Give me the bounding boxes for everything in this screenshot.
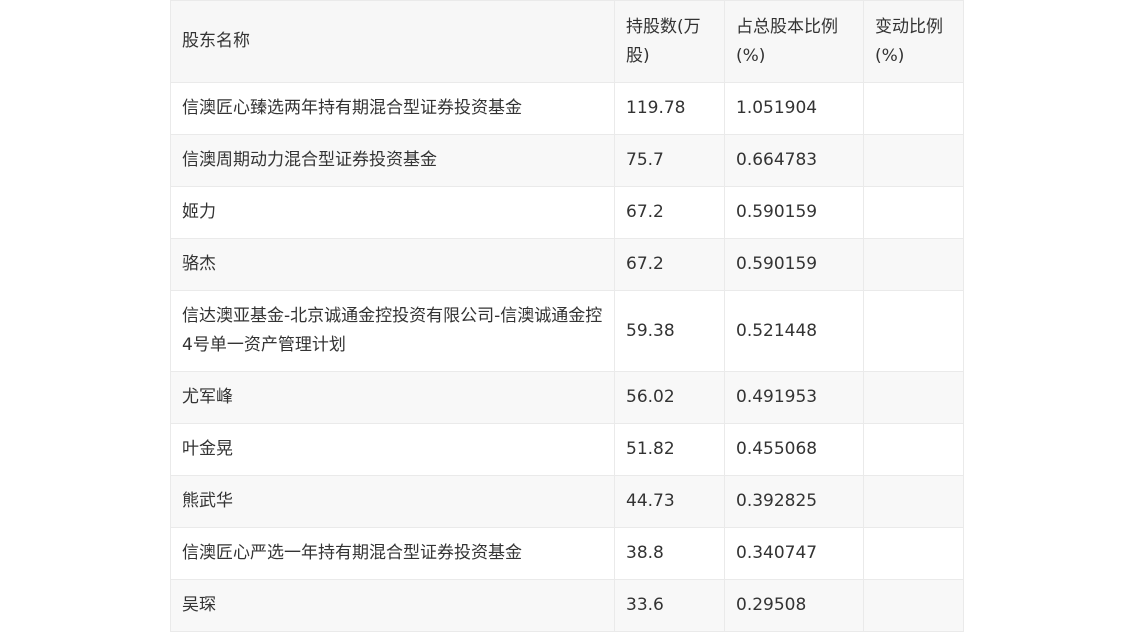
cell-shareholder-name: 信澳周期动力混合型证券投资基金 bbox=[170, 134, 615, 187]
cell-shares: 44.73 bbox=[614, 475, 725, 528]
cell-change bbox=[863, 82, 964, 135]
shareholder-table: 股东名称 持股数(万股) 占总股本比例(%) 变动比例(%) 信澳匠心臻选两年持… bbox=[170, 0, 964, 632]
cell-change bbox=[863, 290, 964, 372]
header-change: 变动比例(%) bbox=[863, 0, 964, 83]
cell-ratio: 0.29508 bbox=[724, 579, 864, 632]
cell-change bbox=[863, 527, 964, 580]
cell-ratio: 0.590159 bbox=[724, 186, 864, 239]
cell-shares: 33.6 bbox=[614, 579, 725, 632]
table-row: 信澳匠心严选一年持有期混合型证券投资基金 38.8 0.340747 bbox=[170, 527, 964, 580]
table-row: 叶金晃 51.82 0.455068 bbox=[170, 423, 964, 476]
cell-change bbox=[863, 371, 964, 424]
table-row: 信澳匠心臻选两年持有期混合型证券投资基金 119.78 1.051904 bbox=[170, 82, 964, 135]
cell-change bbox=[863, 475, 964, 528]
table-row: 信澳周期动力混合型证券投资基金 75.7 0.664783 bbox=[170, 134, 964, 187]
cell-change bbox=[863, 423, 964, 476]
cell-shareholder-name: 姬力 bbox=[170, 186, 615, 239]
cell-ratio: 0.392825 bbox=[724, 475, 864, 528]
cell-shares: 38.8 bbox=[614, 527, 725, 580]
cell-ratio: 1.051904 bbox=[724, 82, 864, 135]
header-shareholder-name: 股东名称 bbox=[170, 0, 615, 83]
table-row: 信达澳亚基金-北京诚通金控投资有限公司-信澳诚通金控4号单一资产管理计划 59.… bbox=[170, 290, 964, 372]
table-row: 吴琛 33.6 0.29508 bbox=[170, 579, 964, 632]
cell-ratio: 0.521448 bbox=[724, 290, 864, 372]
table-header-row: 股东名称 持股数(万股) 占总股本比例(%) 变动比例(%) bbox=[170, 0, 964, 83]
cell-shareholder-name: 信达澳亚基金-北京诚通金控投资有限公司-信澳诚通金控4号单一资产管理计划 bbox=[170, 290, 615, 372]
cell-shareholder-name: 尤军峰 bbox=[170, 371, 615, 424]
table-row: 姬力 67.2 0.590159 bbox=[170, 186, 964, 239]
cell-shareholder-name: 熊武华 bbox=[170, 475, 615, 528]
cell-shares: 56.02 bbox=[614, 371, 725, 424]
table-row: 尤军峰 56.02 0.491953 bbox=[170, 371, 964, 424]
cell-shares: 67.2 bbox=[614, 186, 725, 239]
cell-shareholder-name: 骆杰 bbox=[170, 238, 615, 291]
table-row: 熊武华 44.73 0.392825 bbox=[170, 475, 964, 528]
cell-ratio: 0.455068 bbox=[724, 423, 864, 476]
cell-shareholder-name: 信澳匠心臻选两年持有期混合型证券投资基金 bbox=[170, 82, 615, 135]
cell-change bbox=[863, 238, 964, 291]
cell-ratio: 0.340747 bbox=[724, 527, 864, 580]
cell-shares: 51.82 bbox=[614, 423, 725, 476]
cell-change bbox=[863, 186, 964, 239]
cell-ratio: 0.664783 bbox=[724, 134, 864, 187]
header-shares: 持股数(万股) bbox=[614, 0, 725, 83]
header-ratio: 占总股本比例(%) bbox=[724, 0, 864, 83]
table-row: 骆杰 67.2 0.590159 bbox=[170, 238, 964, 291]
cell-shareholder-name: 叶金晃 bbox=[170, 423, 615, 476]
cell-shares: 67.2 bbox=[614, 238, 725, 291]
cell-ratio: 0.590159 bbox=[724, 238, 864, 291]
cell-ratio: 0.491953 bbox=[724, 371, 864, 424]
cell-shareholder-name: 信澳匠心严选一年持有期混合型证券投资基金 bbox=[170, 527, 615, 580]
shareholder-table-container: 股东名称 持股数(万股) 占总股本比例(%) 变动比例(%) 信澳匠心臻选两年持… bbox=[170, 0, 964, 632]
cell-shares: 119.78 bbox=[614, 82, 725, 135]
cell-shareholder-name: 吴琛 bbox=[170, 579, 615, 632]
cell-change bbox=[863, 134, 964, 187]
cell-change bbox=[863, 579, 964, 632]
cell-shares: 75.7 bbox=[614, 134, 725, 187]
cell-shares: 59.38 bbox=[614, 290, 725, 372]
